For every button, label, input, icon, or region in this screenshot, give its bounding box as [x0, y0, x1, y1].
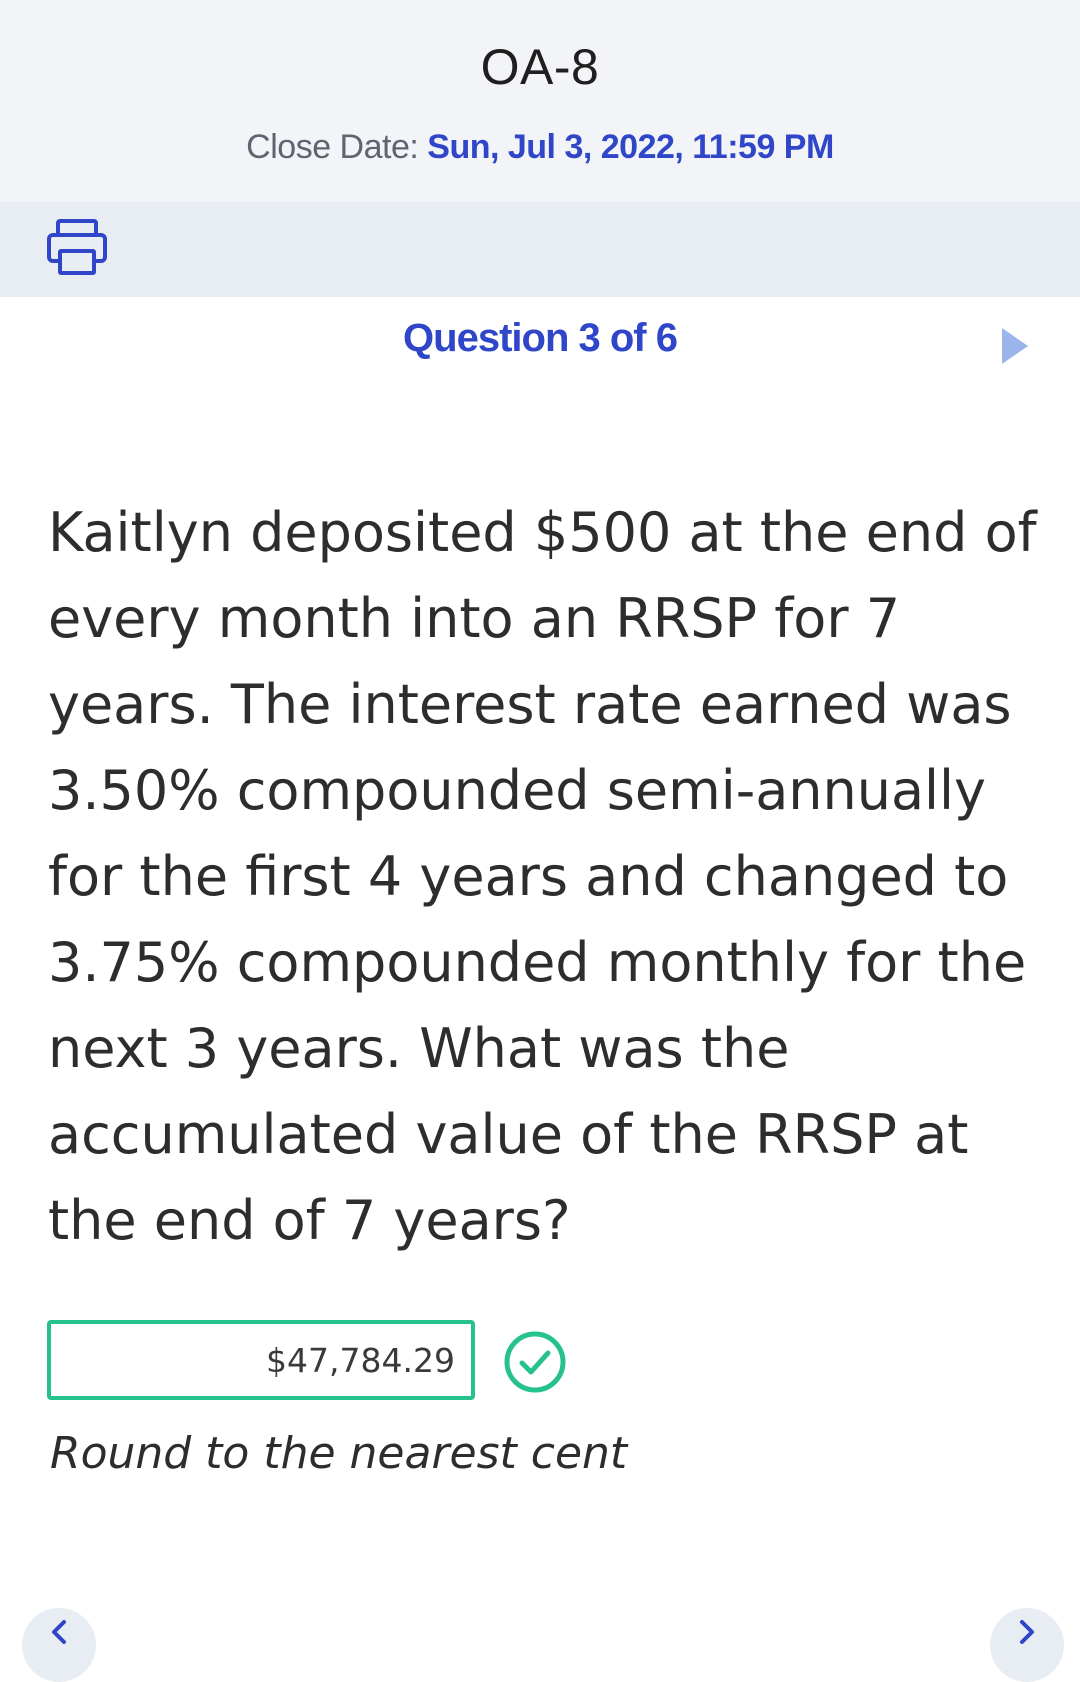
check-circle-icon — [503, 1330, 567, 1394]
assignment-title: OA-8 — [480, 39, 600, 95]
question-text: Kaitlyn deposited $500 at the end of eve… — [48, 501, 1037, 1252]
next-button[interactable] — [990, 1608, 1064, 1682]
close-date: Close Date: Sun, Jul 3, 2022, 11:59 PM — [0, 128, 1080, 167]
chevron-left-icon — [52, 1620, 66, 1644]
assignment-header: OA-8 Close Date: Sun, Jul 3, 2022, 11:59… — [0, 0, 1080, 202]
close-date-label: Close Date: — [246, 128, 428, 166]
answer-input[interactable] — [47, 1320, 475, 1400]
chevron-right-icon — [1020, 1620, 1034, 1644]
toolbar — [0, 202, 1080, 297]
previous-button[interactable] — [22, 1608, 96, 1682]
close-date-value: Sun, Jul 3, 2022, 11:59 PM — [427, 128, 834, 166]
next-question-icon[interactable] — [1000, 326, 1030, 366]
printer-icon[interactable] — [46, 218, 108, 280]
question-counter: Question 3 of 6 — [403, 316, 678, 360]
rounding-hint: Round to the nearest cent — [50, 1428, 628, 1479]
